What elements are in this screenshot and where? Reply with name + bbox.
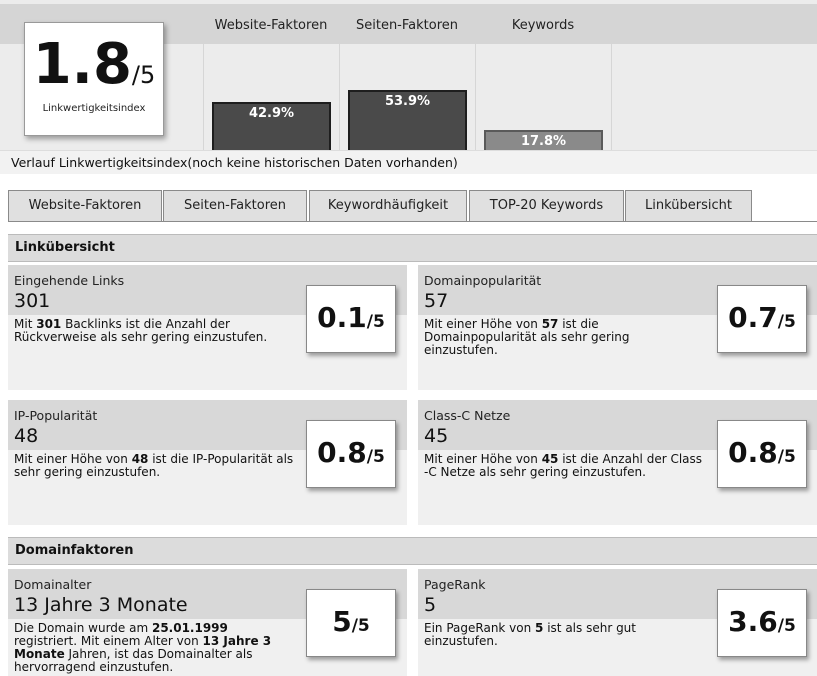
card-value: 5 xyxy=(424,594,437,616)
column-divider xyxy=(339,44,340,150)
card-rating: 0.8/5 xyxy=(717,420,807,488)
desc-text: Mit einer Höhe von xyxy=(424,452,542,466)
desc-highlight: 57 xyxy=(541,317,559,331)
rating-denominator: /5 xyxy=(351,616,370,636)
rating-value: 5 xyxy=(332,605,352,638)
card-title: Eingehende Links xyxy=(14,273,125,288)
rating-denominator: /5 xyxy=(777,447,796,467)
desc-text: Ein PageRank von xyxy=(424,621,536,635)
rating-denominator: /5 xyxy=(366,312,385,332)
rating-value: 0.7 xyxy=(728,301,778,334)
card-description: Mit einer Höhe von 57 ist die Domainpopu… xyxy=(424,318,704,357)
desc-text: registriert. Mit einem Alter von xyxy=(14,634,203,648)
history-note: Verlauf Linkwertigkeitsindex(noch keine … xyxy=(0,150,817,174)
card-rating: 0.7/5 xyxy=(717,285,807,353)
rating-denominator: /5 xyxy=(777,616,796,636)
score-caption: Linkwertigkeitsindex xyxy=(42,103,146,114)
desc-highlight: 45 xyxy=(541,452,559,466)
card-value: 13 Jahre 3 Monate xyxy=(14,594,188,616)
card-value: 57 xyxy=(424,290,449,312)
linkwertigkeitsindex-score: 1.8/5 Linkwertigkeitsindex xyxy=(24,22,164,136)
rating-value: 3.6 xyxy=(728,605,778,638)
website-faktoren-percent: 42.9% xyxy=(248,106,295,121)
desc-text: Mit xyxy=(14,317,37,331)
card-title: Domainalter xyxy=(14,577,92,592)
rating-value: 0.1 xyxy=(317,301,367,334)
tab-seiten-faktoren[interactable]: Seiten-Faktoren xyxy=(163,190,307,222)
score-denominator: /5 xyxy=(131,61,156,89)
card-rating: 5/5 xyxy=(306,589,396,657)
column-divider xyxy=(611,44,612,150)
card-value: 48 xyxy=(14,425,39,447)
desc-text: Mit einer Höhe von xyxy=(14,452,132,466)
card-rating: 3.6/5 xyxy=(717,589,807,657)
card-domainalter: Domainalter 13 Jahre 3 Monate Die Domain… xyxy=(8,569,407,676)
card-value: 301 xyxy=(14,290,51,312)
desc-highlight: 25.01.1999 xyxy=(151,621,228,635)
card-class-c-netze: Class-C Netze 45 Mit einer Höhe von 45 i… xyxy=(418,400,817,525)
tab-website-faktoren[interactable]: Website-Faktoren xyxy=(8,190,162,222)
card-title: IP-Popularität xyxy=(14,408,98,423)
card-ip-popularitaet: IP-Popularität 48 Mit einer Höhe von 48 … xyxy=(8,400,407,525)
card-value: 45 xyxy=(424,425,449,447)
rating-denominator: /5 xyxy=(366,447,385,467)
website-faktoren-bar: 42.9% xyxy=(212,102,331,150)
keywords-bar: 17.8% xyxy=(484,130,603,150)
card-title: PageRank xyxy=(424,577,486,592)
tab-linkuebersicht[interactable]: Linkübersicht xyxy=(625,190,752,222)
column-label-keywords: Keywords xyxy=(511,18,575,33)
tab-keywordhaeufigkeit[interactable]: Keywordhäufigkeit xyxy=(309,190,467,222)
card-description: Mit einer Höhe von 48 ist die IP-Popular… xyxy=(14,453,294,479)
card-description: Die Domain wurde am 25.01.1999 registrie… xyxy=(14,622,294,674)
card-title: Class-C Netze xyxy=(424,408,511,423)
desc-text: Die Domain wurde am xyxy=(14,621,152,635)
card-domainpopularitaet: Domainpopularität 57 Mit einer Höhe von … xyxy=(418,265,817,390)
section-domainfaktoren-header: Domainfaktoren xyxy=(8,537,817,565)
tab-top20-keywords[interactable]: TOP-20 Keywords xyxy=(469,190,624,222)
column-label-website-faktoren: Website-Faktoren xyxy=(214,18,328,33)
card-description: Ein PageRank von 5 ist als sehr gut einz… xyxy=(424,622,704,648)
column-divider xyxy=(475,44,476,150)
column-divider xyxy=(203,44,204,150)
tab-baseline xyxy=(8,221,817,222)
card-pagerank: PageRank 5 Ein PageRank von 5 ist als se… xyxy=(418,569,817,676)
score-value: 1.8/5 xyxy=(25,37,163,93)
score-number: 1.8 xyxy=(32,32,132,97)
card-rating: 0.1/5 xyxy=(306,285,396,353)
desc-text: Mit einer Höhe von xyxy=(424,317,542,331)
rating-value: 0.8 xyxy=(317,436,367,469)
card-description: Mit einer Höhe von 45 ist die Anzahl der… xyxy=(424,453,704,479)
summary-panel: Website-Faktoren Seiten-Faktoren Keyword… xyxy=(0,0,817,150)
seiten-faktoren-bar: 53.9% xyxy=(348,90,467,150)
card-title: Domainpopularität xyxy=(424,273,542,288)
desc-highlight: 48 xyxy=(131,452,149,466)
card-rating: 0.8/5 xyxy=(306,420,396,488)
card-description: Mit 301 Backlinks ist die Anzahl der Rüc… xyxy=(14,318,294,344)
seiten-faktoren-percent: 53.9% xyxy=(384,94,431,109)
section-linkuebersicht-header: Linkübersicht xyxy=(8,234,817,262)
column-label-seiten-faktoren: Seiten-Faktoren xyxy=(355,18,458,33)
keywords-percent: 17.8% xyxy=(520,134,567,149)
rating-value: 0.8 xyxy=(728,436,778,469)
rating-denominator: /5 xyxy=(777,312,796,332)
card-eingehende-links: Eingehende Links 301 Mit 301 Backlinks i… xyxy=(8,265,407,390)
desc-highlight: 301 xyxy=(36,317,62,331)
